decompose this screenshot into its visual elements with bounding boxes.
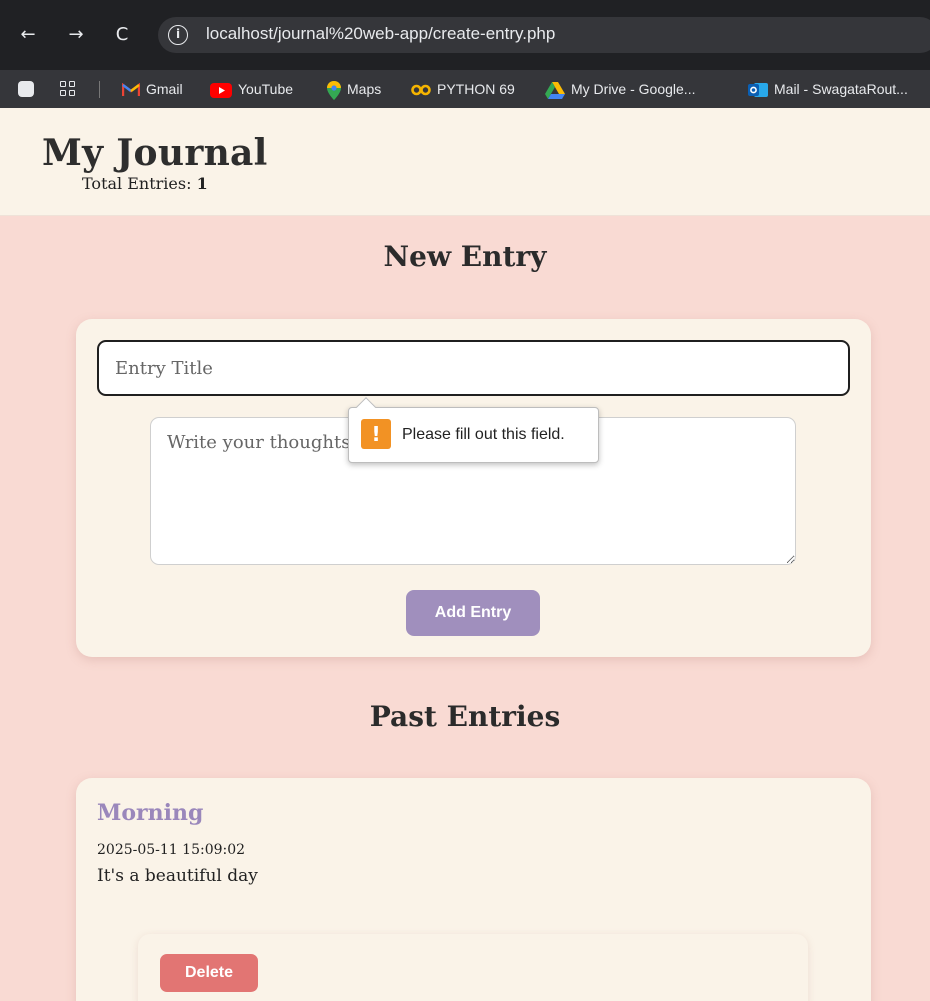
bookmark-python[interactable]: PYTHON 69: [411, 79, 515, 99]
validation-message: Please fill out this field.: [402, 426, 565, 443]
forward-icon[interactable]: →: [62, 21, 90, 49]
new-entry-form: Add Entry: [76, 319, 871, 657]
youtube-icon: [210, 82, 232, 98]
bookmark-label: Maps: [347, 81, 382, 97]
new-entry-heading: New Entry: [383, 240, 547, 273]
delete-button[interactable]: Delete: [160, 954, 258, 992]
back-icon[interactable]: ←: [14, 21, 42, 49]
site-header: My Journal Total Entries: 1: [0, 108, 930, 216]
validation-tooltip: ! Please fill out this field.: [348, 397, 599, 463]
bookmark-mail[interactable]: Mail - SwagataRout...: [748, 79, 908, 99]
coursera-icon: [411, 84, 431, 96]
add-entry-button[interactable]: Add Entry: [406, 590, 540, 636]
bookmark-label: YouTube: [238, 81, 294, 97]
entry-title: Morning: [97, 800, 204, 826]
outlook-icon: [748, 83, 768, 98]
entry-actions: Delete: [138, 934, 808, 1001]
bookmark-separator: [99, 81, 100, 98]
drive-icon: [545, 81, 565, 99]
address-bar[interactable]: i localhost/journal%20web-app/create-ent…: [158, 17, 930, 53]
reload-icon[interactable]: C: [108, 21, 136, 49]
gmail-icon: [122, 83, 140, 97]
apps-grid-icon[interactable]: [60, 81, 76, 97]
warning-icon: !: [361, 419, 391, 449]
bookmark-label: My Drive - Google...: [571, 81, 696, 97]
bookmark-label: Gmail: [146, 81, 183, 97]
entry-body: It's a beautiful day: [97, 866, 258, 886]
browser-toolbar: ← → C i localhost/journal%20web-app/crea…: [0, 0, 930, 70]
total-entries: Total Entries: 1: [82, 174, 208, 193]
entry-card: Morning 2025-05-11 15:09:02 It's a beaut…: [76, 778, 871, 1001]
bookmark-youtube[interactable]: YouTube: [210, 79, 293, 99]
total-entries-count: 1: [196, 174, 208, 193]
bookmark-gmail[interactable]: Gmail: [122, 79, 183, 99]
bookmark-label: PYTHON 69: [437, 81, 515, 97]
tab-search-icon[interactable]: [18, 81, 34, 97]
past-entries-heading: Past Entries: [369, 700, 561, 733]
url-text[interactable]: localhost/journal%20web-app/create-entry…: [206, 24, 555, 44]
total-entries-label: Total Entries:: [82, 174, 192, 193]
bookmark-maps[interactable]: Maps: [327, 79, 381, 100]
bookmarks-bar: Gmail YouTube Maps PYTHON 69 My Drive - …: [0, 70, 930, 108]
bookmark-drive[interactable]: My Drive - Google...: [545, 79, 695, 99]
bookmark-label: Mail - SwagataRout...: [774, 81, 908, 97]
entry-timestamp: 2025-05-11 15:09:02: [97, 842, 246, 858]
maps-icon: [327, 80, 341, 100]
entry-title-input[interactable]: [97, 340, 850, 396]
info-icon[interactable]: i: [168, 25, 188, 45]
site-title: My Journal: [42, 132, 268, 174]
